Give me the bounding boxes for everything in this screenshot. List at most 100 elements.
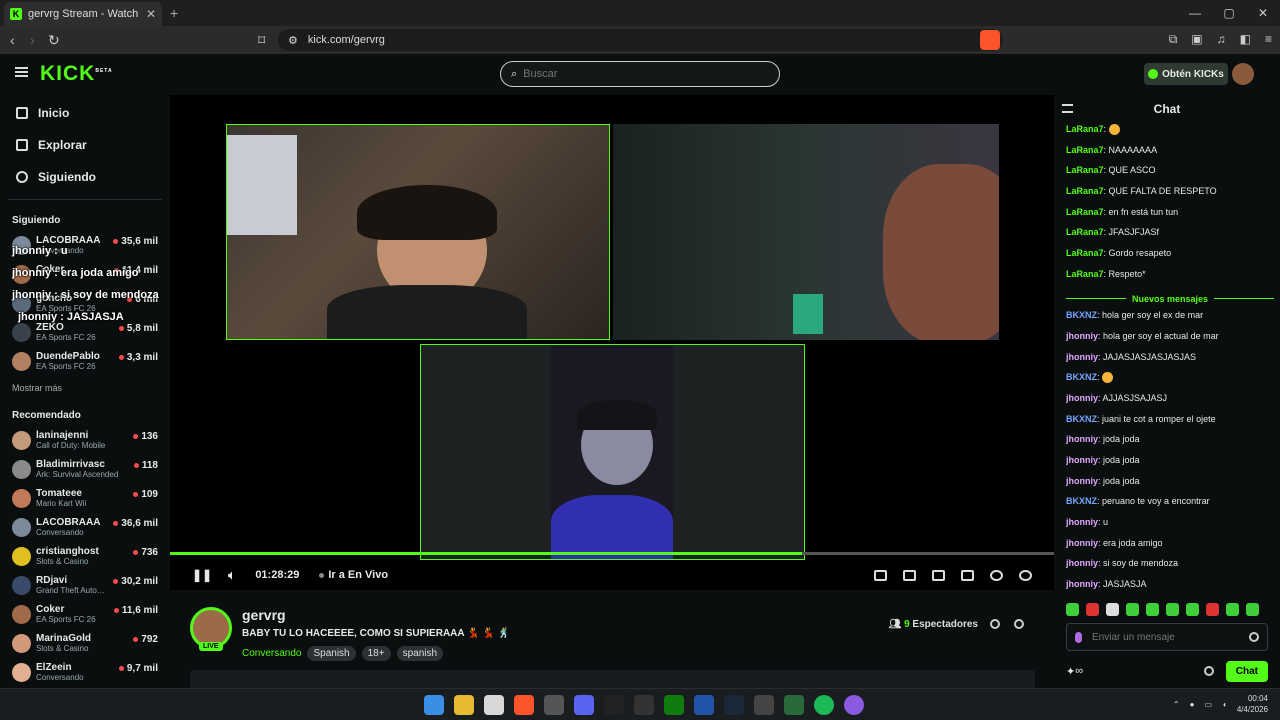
reload-icon[interactable]: ↻ [48, 32, 60, 49]
maximize-button[interactable]: ▢ [1212, 0, 1246, 26]
channel-item[interactable]: ElZeein Conversando 9,7 mil [0, 659, 170, 688]
nav-following[interactable]: Siguiendo [0, 161, 170, 193]
store-icon[interactable] [484, 695, 504, 715]
tab-close-icon[interactable]: ✕ [146, 7, 156, 21]
theater-mode-icon[interactable] [932, 569, 945, 581]
menu-icon[interactable]: ≡ [1265, 32, 1272, 47]
fullscreen-icon[interactable] [961, 569, 974, 581]
mic-icon[interactable] [1075, 631, 1082, 643]
emote-icon[interactable] [1066, 603, 1079, 616]
chat-username[interactable]: jhonniy [1066, 331, 1098, 341]
file-explorer-icon[interactable] [454, 695, 474, 715]
video-player[interactable]: ❚❚ 🔈︎ 01:28:29 Ir a En Vivo [170, 95, 1054, 590]
bookmark-icon[interactable]: ⌑ [258, 32, 265, 49]
chat-username[interactable]: jhonniy [1066, 538, 1098, 548]
emote-icon[interactable] [1106, 603, 1119, 616]
tray-overflow-icon[interactable]: ⌃ [1173, 700, 1180, 709]
emote-icon[interactable] [1226, 603, 1239, 616]
wallet-icon[interactable]: ▣ [1191, 32, 1202, 47]
pause-icon[interactable]: ❚❚ [192, 568, 212, 582]
channel-item[interactable]: Coker EA Sports FC 26 11,6 mil [0, 601, 170, 630]
chat-username[interactable]: BKXNZ [1066, 496, 1097, 506]
settings-icon[interactable] [1019, 569, 1032, 581]
miniplayer-icon[interactable] [874, 569, 887, 581]
search-box[interactable]: ⌕ [500, 61, 780, 87]
new-tab-button[interactable]: + [170, 5, 178, 21]
chat-settings-icon[interactable] [1203, 666, 1214, 676]
sidebar-toggle-icon[interactable]: ◧ [1240, 32, 1251, 47]
windows-start-icon[interactable] [424, 695, 444, 715]
site-info-icon[interactable]: ⚙ [288, 34, 298, 47]
speed-icon[interactable] [990, 569, 1003, 581]
emote-icon[interactable] [1166, 603, 1179, 616]
streamer-name[interactable]: gervrg [242, 607, 286, 623]
browser-tab[interactable]: K gervrg Stream - Watch Live o ✕ [4, 2, 162, 26]
chat-username[interactable]: LaRana7 [1066, 124, 1104, 134]
emote-icon[interactable] [1246, 603, 1259, 616]
search-input[interactable] [523, 68, 754, 80]
chat-username[interactable]: LaRana7 [1066, 165, 1104, 175]
terminal-icon[interactable] [784, 695, 804, 715]
get-kicks-button[interactable]: Obtén KICKs [1144, 63, 1228, 85]
chat-username[interactable]: jhonniy [1066, 455, 1098, 465]
app-icon[interactable] [844, 695, 864, 715]
github-icon[interactable] [544, 695, 564, 715]
hamburger-menu-icon[interactable] [15, 67, 28, 77]
close-window-button[interactable]: ✕ [1246, 0, 1280, 26]
nav-explore[interactable]: Explorar [0, 129, 170, 161]
chat-username[interactable]: LaRana7 [1066, 207, 1104, 217]
kicks-icon[interactable]: ✦ [1066, 665, 1075, 678]
emote-icon[interactable] [1146, 603, 1159, 616]
steam-icon[interactable] [724, 695, 744, 715]
collapse-chat-icon[interactable] [1062, 104, 1073, 113]
channel-item[interactable]: MarinaGold Slots & Casino 792 [0, 630, 170, 659]
tag-chip[interactable]: 18+ [361, 646, 391, 661]
stream-category[interactable]: Conversando [242, 648, 301, 659]
chat-username[interactable]: LaRana7 [1066, 248, 1104, 258]
kick-logo[interactable]: KICKBETA [40, 62, 113, 86]
mic-tray-icon[interactable]: ● [1190, 700, 1195, 709]
go-live-button[interactable]: Ir a En Vivo [319, 569, 388, 581]
emoji-picker-icon[interactable] [1249, 632, 1259, 642]
tag-chip[interactable]: spanish [396, 646, 444, 661]
channel-item[interactable]: cristianghost Slots & Casino 736 [0, 543, 170, 572]
show-more-link[interactable]: Mostrar más [0, 377, 170, 401]
spotify-icon[interactable] [814, 695, 834, 715]
emote-icon[interactable] [1126, 603, 1139, 616]
emote-icon[interactable] [1206, 603, 1219, 616]
xbox-icon[interactable] [664, 695, 684, 715]
channel-item[interactable]: DuendePablo EA Sports FC 26 3,3 mil [0, 348, 170, 377]
chat-username[interactable]: LaRana7 [1066, 145, 1104, 155]
channel-item[interactable]: RDjavi Grand Theft Auto… 30,2 mil [0, 572, 170, 601]
url-field[interactable]: ⚙ kick.com/gervrg ⇪ [278, 29, 1003, 51]
user-avatar[interactable] [1232, 63, 1254, 85]
channel-item[interactable]: Tomateee Mario Kart Wii 109 [0, 485, 170, 514]
epic-games-icon[interactable] [604, 695, 624, 715]
back-icon[interactable]: ‹ [10, 32, 15, 48]
channel-item[interactable]: Bladimirrivasc Ark: Survival Ascended 118 [0, 456, 170, 485]
clip-icon[interactable] [903, 569, 916, 581]
chat-username[interactable]: LaRana7 [1066, 269, 1104, 279]
volume-icon[interactable]: 🔈︎ [228, 568, 235, 583]
chat-username[interactable]: jhonniy [1066, 393, 1098, 403]
follow-icon[interactable] [1014, 619, 1024, 629]
emote-icon[interactable] [1186, 603, 1199, 616]
progress-bar[interactable] [170, 552, 1054, 555]
chat-username[interactable]: jhonniy [1066, 517, 1098, 527]
chat-input[interactable] [1092, 631, 1239, 643]
share-stream-icon[interactable] [990, 619, 1000, 629]
chat-username[interactable]: jhonniy [1066, 352, 1098, 362]
chat-username[interactable]: LaRana7 [1066, 186, 1104, 196]
send-chat-button[interactable]: Chat [1225, 660, 1268, 682]
brave-shield-icon[interactable] [980, 30, 1000, 50]
channel-item[interactable]: ZEKO EA Sports FC 26 5,8 mil [0, 319, 170, 348]
network-icon[interactable]: ▭ [1204, 700, 1212, 709]
chat-username[interactable]: jhonniy [1066, 579, 1098, 589]
chat-input-box[interactable] [1066, 623, 1268, 651]
clock[interactable]: 00:04 4/4/2026 [1237, 693, 1268, 715]
app-icon[interactable] [754, 695, 774, 715]
infinity-icon[interactable]: ∞ [1075, 665, 1083, 677]
ea-app-icon[interactable] [694, 695, 714, 715]
chat-username[interactable]: BKXNZ [1066, 310, 1097, 320]
discord-icon[interactable] [574, 695, 594, 715]
